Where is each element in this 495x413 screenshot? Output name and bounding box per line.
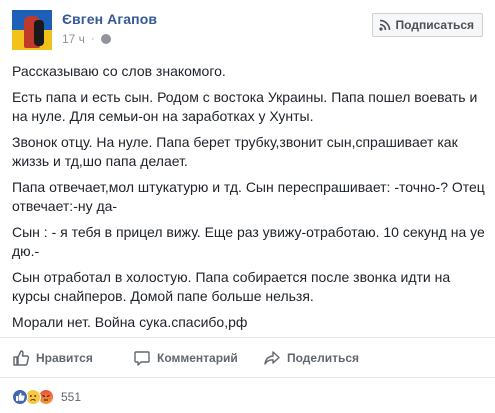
post-paragraph: Сын отработал в холостую. Папа собираетс… bbox=[12, 269, 451, 304]
like-icon bbox=[12, 389, 28, 405]
post-paragraph: Сын : - я тебя в прицел вижу. Еще раз ув… bbox=[12, 224, 485, 259]
share-label: Поделиться bbox=[287, 351, 360, 365]
post-paragraph: Папа отвечает,мол штукатурю и тд. Сын пе… bbox=[12, 179, 485, 214]
post-paragraph: Звонок отцу. На нуле. Папа берет трубку,… bbox=[12, 134, 458, 169]
reactions-summary[interactable]: 551 bbox=[12, 388, 81, 406]
subscribe-button[interactable]: Подписаться bbox=[371, 13, 483, 37]
reaction-count[interactable]: 551 bbox=[61, 390, 81, 404]
post-meta: 17 ч · bbox=[62, 32, 111, 46]
post-paragraph: Рассказываю со слов знакомого. bbox=[12, 63, 226, 79]
comment-button[interactable]: Комментарий bbox=[133, 338, 238, 378]
like-button[interactable]: Нравится bbox=[12, 338, 93, 378]
post-time[interactable]: 17 ч bbox=[62, 32, 85, 46]
comment-label: Комментарий bbox=[157, 351, 238, 365]
post-actions-bar: Нравится Комментарий Поделиться bbox=[0, 337, 495, 378]
rss-icon bbox=[378, 19, 390, 31]
author-name[interactable]: Євген Агапов bbox=[62, 11, 157, 27]
subscribe-label: Подписаться bbox=[395, 18, 474, 32]
post-paragraph: Морали нет. Война сука.спасибо,рф bbox=[12, 314, 248, 330]
post-header: Євген Агапов 17 ч · Подписаться bbox=[12, 10, 483, 56]
share-arrow-icon bbox=[264, 351, 280, 365]
avatar[interactable] bbox=[12, 10, 52, 50]
separator-dot: · bbox=[90, 33, 95, 45]
globe-icon bbox=[100, 34, 111, 44]
share-button[interactable]: Поделиться bbox=[263, 338, 359, 378]
thumbs-up-icon bbox=[13, 350, 30, 366]
comment-icon bbox=[134, 351, 150, 366]
like-label: Нравится bbox=[36, 351, 93, 365]
post-paragraph: Есть папа и есть сын. Родом с востока Ук… bbox=[12, 89, 478, 124]
post-body: Рассказываю со слов знакомого. Есть папа… bbox=[12, 62, 487, 339]
